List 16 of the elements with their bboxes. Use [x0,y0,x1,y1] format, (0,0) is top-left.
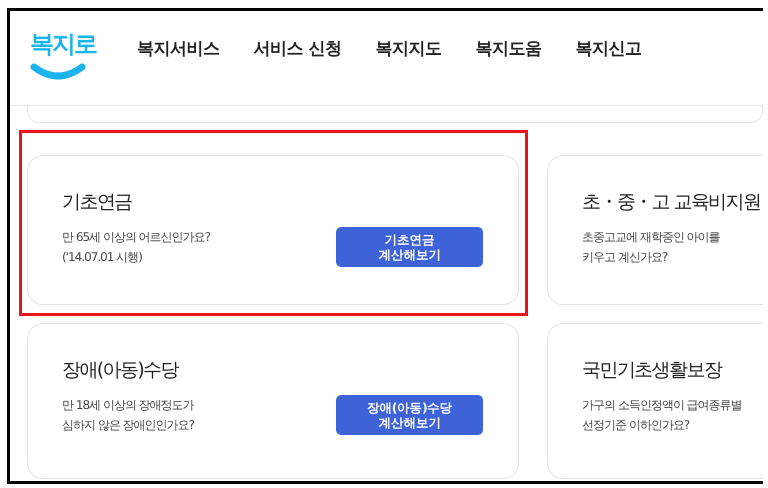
nav-link[interactable]: 복지도움 [475,37,542,60]
card-description: 만 18세 이상의 장애정도가 심하지 않은 장애인인가요? [62,397,194,434]
card-title: 초・중・고 교육비지원 [582,190,762,215]
nav-link[interactable]: 서비스 신청 [254,37,342,60]
card-title: 기초연금 [62,190,133,215]
smile-icon [30,63,86,81]
card-description: 만 65세 이상의 어르신인가요? ('14.07.01 시행) [62,229,210,266]
calculate-button[interactable]: 기초연금 계산해보기 [336,227,483,267]
nav-link[interactable]: 복지지도 [375,37,442,60]
calculate-button[interactable]: 장애(아동)수당 계산해보기 [336,395,483,435]
card-description: 초중고교에 재학중인 아이를 키우고 계신가요? [582,229,720,266]
nav-link[interactable]: 복지서비스 [137,37,220,60]
card-title: 국민기초생활보장 [582,358,723,383]
card-description: 가구의 소득인정액이 급여종류별 선정기준 이하인가요? [582,397,742,434]
nav-link[interactable]: 복지신고 [575,37,642,60]
card-title: 장애(아동)수당 [62,358,180,383]
